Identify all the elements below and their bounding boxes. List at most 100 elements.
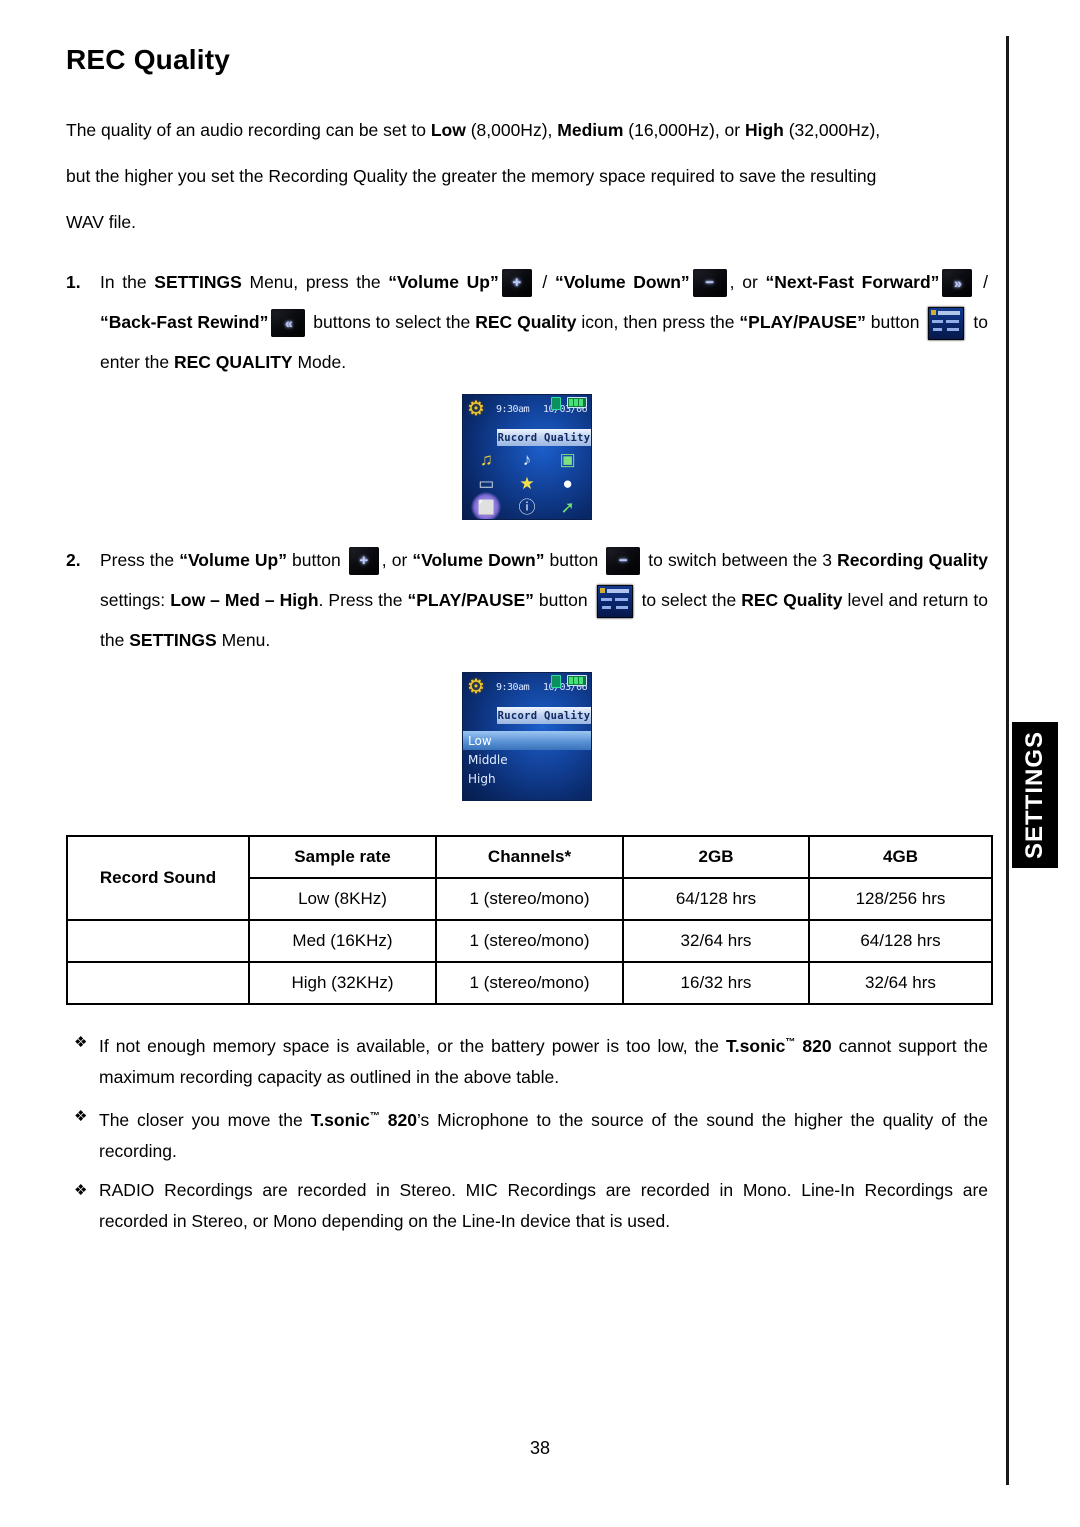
step-1-seg5: / [975, 272, 988, 292]
cell-sample-rate-med: Med (16KHz) [248, 919, 437, 963]
device-menu-screenshot-wrap: ⚙ 9:30am 10/03/06 Rucord Quality ♫ ♪ ▣ ▭… [66, 394, 988, 520]
note-item-2: ❖ The closer you move the T.sonic™ 820’s… [66, 1101, 988, 1167]
lcd-row-1 [938, 310, 961, 315]
device-list-title: Rucord Quality [497, 709, 591, 722]
note-2-model: 820 [379, 1109, 417, 1130]
disc-tools-icon[interactable]: ● [547, 472, 588, 496]
manual-page: REC Quality The quality of an audio reco… [0, 0, 1080, 1527]
step-2-seg9: to select the [636, 590, 742, 610]
quality-option-list: Low Middle High [463, 724, 591, 788]
display-glyph: ▭ [478, 473, 495, 493]
step-1-back-rew-label: “Back-Fast Rewind” [100, 312, 269, 332]
note-2-seg-b: ’s Microphone to the source of the sound… [416, 1109, 934, 1130]
note-3-text: RADIO Recordings are recorded in Stereo.… [99, 1175, 988, 1237]
device-list-statusbar: ⚙ 9:30am 10/03/06 [463, 673, 591, 707]
step-1-seg2: Menu, press the [241, 272, 389, 292]
step-2-seg6: settings: [100, 590, 171, 610]
note-2-seg-a: The closer you move the [99, 1109, 311, 1130]
volume-up-button-icon[interactable]: + [348, 547, 379, 576]
quality-option-high[interactable]: High [463, 769, 591, 788]
disc-glyph: ● [562, 473, 573, 493]
note-1-brand: T.sonic [726, 1035, 786, 1056]
step-2-seg4: button [544, 550, 604, 570]
gear-wrench-icon: ⚙ [467, 398, 485, 420]
record-sound-spec-table: Record Sound Sample rate Channels* 2GB 4… [66, 835, 993, 1005]
volume-down-button-icon[interactable]: − [692, 269, 727, 298]
lcd-dot [931, 309, 937, 315]
cell-sample-rate-low: Low (8KHz) [248, 877, 437, 921]
cell-4gb-low: 128/256 hrs [808, 877, 993, 921]
volume-up-button-icon[interactable]: + [501, 269, 532, 298]
quality-option-middle[interactable]: Middle [463, 750, 591, 769]
step-2-volume-up-label: “Volume Up” [179, 550, 287, 570]
exit-glyph: ➚ [560, 497, 575, 517]
note-1-seg-b: cannot [831, 1035, 892, 1056]
step-1-volume-down-label: “Volume Down” [554, 272, 690, 292]
lcd-row-5 [947, 327, 960, 331]
note-2-text: The closer you move the T.sonic™ 820’s M… [99, 1101, 988, 1167]
table-row-header-record-sound: Record Sound [66, 835, 250, 921]
music-note-icon[interactable]: ♫ [466, 448, 507, 472]
lcd-row-1 [606, 588, 629, 593]
page-title: REC Quality [66, 44, 231, 75]
step-2-play-pause-label: “PLAY/PAUSE” [407, 590, 534, 610]
intro-high-label: High [744, 120, 784, 140]
cell-channels-high: 1 (stereo/mono) [435, 961, 624, 1005]
note-1-model: 820 [795, 1035, 832, 1056]
music-note-glyph: ♫ [479, 450, 493, 470]
battery-icon [567, 675, 587, 686]
device-menu-icon-grid: ♫ ♪ ▣ ▭ ★ ● ⬜ ⓘ ➚ [463, 446, 591, 519]
next-fast-forward-button-icon[interactable]: » [942, 269, 973, 298]
step-2-seg3: , or [381, 550, 413, 570]
table-rowhead-spacer-1 [66, 919, 250, 963]
microphone-glyph: ⬜ [477, 499, 496, 516]
step-2-number: 2. [66, 550, 81, 570]
note-1-seg-a: If not enough memory space is available,… [99, 1035, 727, 1056]
intro-paragraph-line-1: The quality of an audio recording can be… [66, 110, 988, 150]
lcd-row-3 [614, 597, 628, 601]
step-2-settings-label: SETTINGS [129, 630, 217, 650]
section-tab-settings: SETTINGS [1012, 722, 1058, 868]
device-menu-clock: 9:30am [496, 404, 530, 415]
quality-option-low[interactable]: Low [463, 731, 591, 750]
step-1-seg7: icon, then press the [576, 312, 740, 332]
volume-down-button-icon[interactable]: − [606, 547, 641, 576]
play-pause-button-icon[interactable] [596, 584, 633, 618]
intro-low-label: Low [430, 120, 466, 140]
cell-2gb-high: 16/32 hrs [622, 961, 810, 1005]
lcd-row-4 [933, 327, 943, 331]
playlist-icon[interactable]: ♪ [507, 448, 548, 472]
trademark-icon: ™ [369, 1110, 380, 1122]
note-1-text: If not enough memory space is available,… [99, 1027, 988, 1093]
intro-paragraph-line-3: WAV file. [66, 212, 137, 232]
photo-icon[interactable]: ▣ [547, 448, 588, 472]
exit-running-icon[interactable]: ➚ [547, 495, 588, 519]
step-1-seg1: In the [100, 272, 155, 292]
note-2-brand: T.sonic [310, 1109, 370, 1130]
intro-text-d: (32,000Hz), [783, 120, 881, 140]
notes-list: ❖ If not enough memory space is availabl… [66, 1027, 988, 1237]
step-1-rec-quality-label: REC Quality [475, 312, 577, 332]
step-1-play-pause-label: “PLAY/PAUSE” [739, 312, 866, 332]
step-2-text: Press the “Volume Up” button +, or “Volu… [100, 540, 988, 660]
lcd-row-2 [932, 319, 944, 323]
table-header-row: Record Sound Sample rate Channels* 2GB 4… [66, 835, 993, 921]
favorites-file-icon[interactable]: ★ [507, 472, 548, 496]
info-icon[interactable]: ⓘ [507, 495, 548, 519]
device-list-titlebar: Rucord Quality [497, 707, 591, 724]
step-2-seg5: to switch between the 3 [643, 550, 832, 570]
device-menu-statusbar: ⚙ 9:30am 10/03/06 [463, 395, 591, 429]
step-1-next-ff-label: “Next-Fast Forward” [765, 272, 940, 292]
gear-wrench-icon: ⚙ [467, 676, 485, 698]
lcd-row-2 [600, 597, 612, 601]
step-1-rec-quality-mode-label: REC QUALITY [173, 352, 293, 372]
back-fast-rewind-button-icon[interactable]: « [271, 309, 306, 338]
play-pause-button-icon[interactable] [928, 306, 965, 340]
step-1-seg3: / [534, 272, 555, 292]
cell-4gb-high: 32/64 hrs [808, 961, 993, 1005]
step-2-levels-label: Low – Med – High [170, 590, 319, 610]
microphone-record-icon[interactable]: ⬜ [466, 492, 507, 519]
device-list-screenshot: ⚙ 9:30am 10/03/06 Rucord Quality Low Mid… [462, 672, 592, 801]
step-1-volume-up-label: “Volume Up” [388, 272, 499, 292]
step-1-text: In the SETTINGS Menu, press the “Volume … [100, 262, 988, 382]
